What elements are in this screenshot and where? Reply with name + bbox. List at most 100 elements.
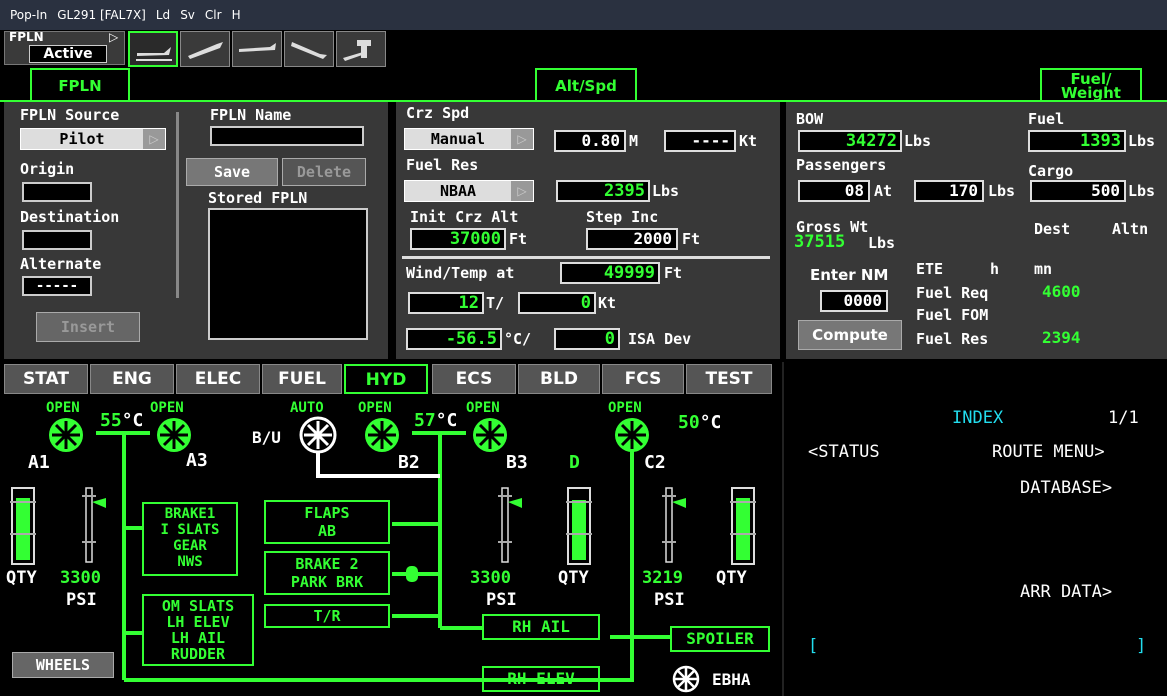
cargo-label: Cargo bbox=[1028, 162, 1074, 180]
popin-button[interactable]: Pop-In bbox=[10, 8, 47, 22]
pump-bu-label: B/U bbox=[252, 428, 281, 447]
phase-landing-button[interactable] bbox=[336, 31, 386, 67]
fuel-res-select[interactable]: NBAA ▷ bbox=[404, 180, 534, 202]
wind-speed-field[interactable]: 0 bbox=[518, 292, 596, 314]
cdu-arr-data-link[interactable]: ARR DATA> bbox=[1020, 582, 1112, 602]
step-inc-unit: Ft bbox=[682, 230, 701, 248]
mach-field[interactable]: 0.80 bbox=[554, 130, 626, 152]
phase-descent-button[interactable] bbox=[284, 31, 334, 67]
passengers-label: Passengers bbox=[796, 156, 887, 174]
tab-test[interactable]: TEST bbox=[686, 364, 772, 394]
alt-spd-panel: Crz Spd Manual ▷ 0.80 M ---- Kt Fuel Res… bbox=[396, 102, 780, 359]
tab-stat[interactable]: STAT bbox=[4, 364, 88, 394]
cdu-route-menu-link[interactable]: ROUTE MENU> bbox=[992, 442, 1105, 462]
pump-a3-state: OPEN bbox=[150, 400, 184, 416]
origin-field[interactable] bbox=[22, 182, 92, 202]
init-crz-alt-field[interactable]: 37000 bbox=[410, 228, 506, 250]
wind-dir-unit: T/ bbox=[486, 294, 505, 312]
step-inc-field[interactable]: 2000 bbox=[586, 228, 678, 250]
tab-alt-spd[interactable]: Alt/Spd bbox=[535, 68, 637, 102]
hyd-pump-b2-icon bbox=[365, 418, 399, 452]
alternate-label: Alternate bbox=[20, 255, 102, 273]
tab-fcs[interactable]: FCS bbox=[602, 364, 684, 394]
fpln-status-box[interactable]: FPLN ▷ Active bbox=[4, 30, 125, 65]
ebha-pump-icon bbox=[672, 665, 700, 693]
tab-eng[interactable]: ENG bbox=[90, 364, 174, 394]
temp-field[interactable]: -56.5 bbox=[406, 328, 502, 350]
box-rh-ail: RH AIL bbox=[482, 614, 600, 640]
box-flaps-line1: FLAPS bbox=[304, 504, 350, 522]
crz-spd-select[interactable]: Manual ▷ bbox=[404, 128, 534, 150]
speed-kt-field[interactable]: ---- bbox=[664, 130, 736, 152]
psi-c-value: 3219 bbox=[642, 568, 683, 588]
tab-fuel-weight[interactable]: Fuel/ Weight bbox=[1040, 68, 1142, 102]
fpln-panel: FPLN Source Pilot ▷ Origin Destination A… bbox=[4, 102, 388, 359]
save-fpln-button[interactable]: Save bbox=[186, 158, 278, 186]
fuel-res-mode: NBAA bbox=[439, 182, 477, 200]
tab-bld[interactable]: BLD bbox=[518, 364, 600, 394]
wind-dir-field[interactable]: 12 bbox=[408, 292, 484, 314]
wind-speed-unit: Kt bbox=[598, 294, 617, 312]
cargo-field[interactable]: 500 bbox=[1030, 180, 1126, 202]
phase-takeoff-button[interactable] bbox=[180, 31, 230, 67]
passengers-field[interactable]: 08 bbox=[798, 180, 870, 202]
temp-a-value: 55 bbox=[100, 410, 122, 431]
compute-button[interactable]: Compute bbox=[798, 320, 902, 350]
isa-dev-field[interactable]: 0 bbox=[554, 328, 620, 350]
hyd-pump-bu-icon bbox=[299, 416, 337, 454]
delete-fpln-button[interactable]: Delete bbox=[282, 158, 366, 186]
stored-fpln-list[interactable] bbox=[208, 208, 368, 340]
step-inc-label: Step Inc bbox=[586, 208, 659, 226]
psi-b-label: PSI bbox=[486, 590, 517, 610]
fpln-status-label: FPLN bbox=[9, 30, 44, 44]
fuel-res-field[interactable]: 2395 bbox=[556, 180, 650, 202]
control-tower-icon bbox=[343, 40, 371, 61]
fpln-source-select[interactable]: Pilot ▷ bbox=[20, 128, 166, 150]
fuel-res-calc-value: 2394 bbox=[1042, 328, 1081, 347]
tab-hyd[interactable]: HYD bbox=[344, 364, 428, 394]
clear-button[interactable]: Clr bbox=[205, 8, 222, 22]
pump-b3-label: B3 bbox=[506, 452, 528, 473]
aircraft-label: GL291 [FAL7X] bbox=[57, 8, 146, 22]
cdu-status-link[interactable]: <STATUS bbox=[808, 442, 880, 462]
box-om-slats-line2: LH ELEV bbox=[166, 613, 230, 631]
phase-cruise-button[interactable] bbox=[232, 31, 282, 67]
chevron-right-icon: ▷ bbox=[511, 129, 533, 149]
pax-weight-field[interactable]: 170 bbox=[914, 180, 984, 202]
insert-button[interactable]: Insert bbox=[36, 312, 140, 342]
box-brake2-line1: BRAKE 2 bbox=[295, 555, 359, 573]
crz-spd-label: Crz Spd bbox=[406, 104, 470, 122]
destination-field[interactable] bbox=[22, 230, 92, 250]
destination-label: Destination bbox=[20, 208, 120, 226]
chevron-right-icon: ▷ bbox=[511, 181, 533, 201]
phase-taxi-button[interactable] bbox=[128, 31, 178, 67]
fpln-active-value: Active bbox=[29, 45, 107, 63]
cdu-database-link[interactable]: DATABASE> bbox=[1020, 478, 1112, 498]
load-button[interactable]: Ld bbox=[156, 8, 170, 22]
speed-kt-unit: Kt bbox=[739, 132, 758, 150]
takeoff-aircraft-icon bbox=[188, 42, 223, 59]
tab-fpln[interactable]: FPLN bbox=[30, 68, 130, 102]
psi-a-label: PSI bbox=[66, 590, 97, 610]
box-om-slats: OM SLATS LH ELEV LH AIL RUDDER bbox=[142, 594, 254, 666]
cruise-aircraft-icon bbox=[239, 43, 276, 52]
temp-c-value: 50 bbox=[678, 412, 700, 433]
fpln-name-field[interactable] bbox=[210, 126, 364, 146]
tab-elec[interactable]: ELEC bbox=[176, 364, 260, 394]
tab-ecs[interactable]: ECS bbox=[432, 364, 516, 394]
save-button[interactable]: Sv bbox=[180, 8, 195, 22]
bow-field[interactable]: 34272 bbox=[798, 130, 902, 152]
hyd-pump-a3-icon bbox=[157, 418, 191, 452]
tab-fuel[interactable]: FUEL bbox=[262, 364, 342, 394]
psi-c-label: PSI bbox=[654, 590, 685, 610]
box-spoiler: SPOILER bbox=[670, 626, 770, 652]
pump-b2-label: B2 bbox=[398, 452, 420, 473]
fuel-field[interactable]: 1393 bbox=[1028, 130, 1126, 152]
hide-button[interactable]: H bbox=[232, 8, 241, 22]
temp-b: 57°C bbox=[414, 410, 457, 431]
wind-alt-field[interactable]: 49999 bbox=[560, 262, 660, 284]
distance-nm-field[interactable]: 0000 bbox=[820, 290, 888, 312]
wheels-button[interactable]: WHEELS bbox=[12, 652, 114, 678]
fuel-req-value: 4600 bbox=[1042, 282, 1081, 301]
alternate-field[interactable]: ----- bbox=[22, 276, 92, 296]
